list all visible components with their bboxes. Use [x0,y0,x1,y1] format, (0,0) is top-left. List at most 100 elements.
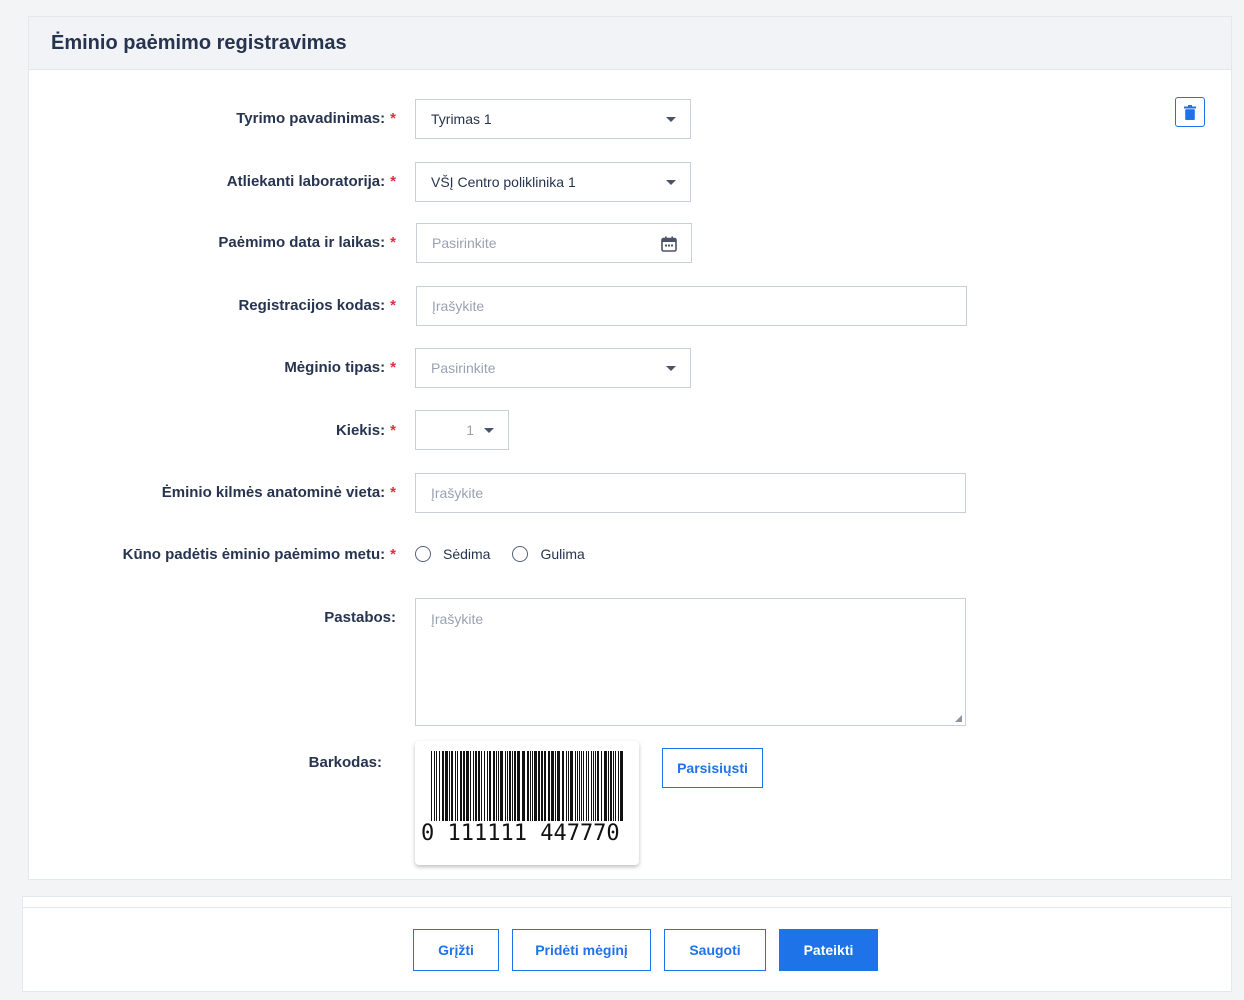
barcode-bar [527,751,529,821]
radio-option-sitting[interactable]: Sėdima [415,546,490,562]
barcode-bar [434,751,435,821]
barcode-bar [575,751,576,821]
barcode-bar [583,751,584,821]
delete-button[interactable] [1175,97,1205,127]
radio-circle-lying[interactable] [512,546,529,562]
barcode-bar [509,751,511,821]
barcode-bar [618,751,619,821]
barcode-bar [620,751,623,821]
notes-textarea[interactable]: Įrašykite [415,598,966,726]
quantity-select[interactable]: 1 [415,410,509,450]
barcode-bar [522,751,525,821]
test-name-label: Tyrimo pavadinimas: * [236,110,396,127]
laboratory-value: VŠĮ Centro poliklinika 1 [431,174,576,190]
barcode-bar [463,751,465,821]
barcode-bar [470,751,471,821]
barcode-bar [610,751,612,821]
resize-grip-icon[interactable] [955,715,962,722]
barcode-bar [489,751,491,821]
quantity-value: 1 [466,422,474,438]
barcode-bar [568,751,569,821]
barcode-bar [591,751,592,821]
barcode-bar [500,751,503,821]
barcode-bar [475,751,477,821]
barcode-bar [538,751,540,821]
reg-code-input[interactable]: Įrašykite [416,286,967,326]
chevron-down-icon [666,180,676,185]
quantity-label: Kiekis: * [335,422,396,439]
sample-type-placeholder: Pasirinkite [431,360,496,376]
chevron-down-icon [484,428,494,433]
registration-panel: Ėminio paėmimo registravimas Tyrimo pava… [28,16,1232,880]
barcode-bar [593,751,594,821]
barcode-bar [496,751,497,821]
barcode-bar [466,751,469,821]
barcode-bar [505,751,506,821]
barcode-bar [586,751,587,821]
reg-code-label: Registracijos kodas: * [238,297,396,314]
submit-button[interactable]: Pateikti [779,929,878,971]
notes-label: Pastabos: [324,609,396,626]
barcode-bar [460,751,462,821]
trash-icon [1184,104,1196,120]
laboratory-select[interactable]: VŠĮ Centro poliklinika 1 [415,162,691,202]
barcode-bar [534,751,537,821]
test-name-select[interactable]: Tyrimas 1 [415,99,691,139]
barcode-bar [613,751,614,821]
anatomic-site-label: Ėminio kilmės anatominė vieta: * [161,484,396,501]
date-time-input[interactable]: Pasirinkite [416,223,692,263]
barcode-bar [455,751,456,821]
anatomic-site-input[interactable]: Įrašykite [415,473,966,513]
page-title: Ėminio paėmimo registravimas [51,31,347,54]
barcode-bar [431,751,432,821]
save-button[interactable]: Saugoti [664,929,766,971]
barcode-bar [436,751,437,821]
barcode-bar [604,751,607,821]
notes-placeholder: Įrašykite [431,611,484,627]
barcode-bar [517,751,520,821]
barcode-bar [487,751,488,821]
barcode-bar [601,751,602,821]
barcode-bar [588,751,589,821]
barcode-bar [507,751,508,821]
barcode-bar [570,751,573,821]
barcode-bar [597,751,599,821]
barcode-bar [544,751,546,821]
barcode-bar [457,751,458,821]
barcode-bar [449,751,450,821]
panel-header: Ėminio paėmimo registravimas [29,17,1231,70]
barcode-bar [484,751,485,821]
radio-label-lying: Gulima [540,546,585,562]
radio-option-lying[interactable]: Gulima [512,546,585,562]
date-time-label: Paėmimo data ir laikas: * [218,234,396,251]
radio-circle-sitting[interactable] [415,546,431,562]
barcode-bar [551,751,554,821]
barcode-bar [608,751,609,821]
barcode-bar [530,751,531,821]
chevron-down-icon [666,117,676,122]
barcode-bar [595,751,596,821]
barcode-bar [562,751,564,821]
body-position-label: Kūno padėtis ėminio paėmimo metu: * [122,546,396,563]
barcode-bar [439,751,440,821]
download-barcode-button[interactable]: Parsisiųsti [662,748,763,788]
sample-type-select[interactable]: Pasirinkite [415,348,691,388]
back-button[interactable]: Grįžti [413,929,499,971]
barcode-bar [451,751,453,821]
date-time-placeholder: Pasirinkite [432,235,497,251]
barcode-label: Barkodas: [308,754,382,771]
test-name-value: Tyrimas 1 [431,111,492,127]
barcode-bar [555,751,556,821]
barcode-bar [541,751,543,821]
sample-type-label: Mėginio tipas: * [284,359,396,376]
footer-bar: Grįžti Pridėti mėginį Saugoti Pateikti [22,896,1232,992]
barcode-bar [615,751,616,821]
radio-label-sitting: Sėdima [443,546,491,562]
barcode-bar [473,751,474,821]
body-position-radio-group: Sėdima Gulima [415,546,607,562]
add-sample-button[interactable]: Pridėti mėginį [512,929,651,971]
chevron-down-icon [666,366,676,371]
barcode-bar [581,751,582,821]
calendar-icon[interactable] [661,236,677,252]
barcode-bar [478,751,480,821]
